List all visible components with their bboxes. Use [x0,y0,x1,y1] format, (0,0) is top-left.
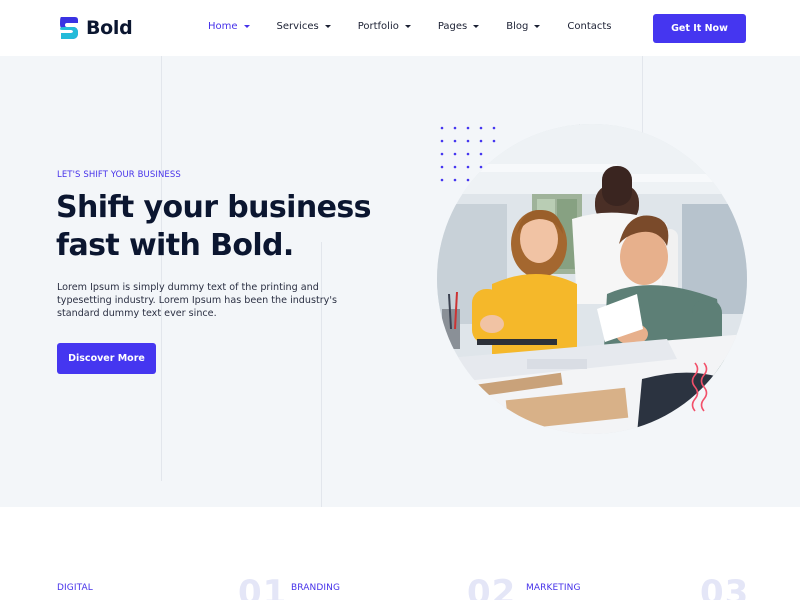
squiggle-decoration [691,362,708,412]
chevron-down-icon [473,25,480,28]
feature-label-marketing: MARKETING [526,583,581,593]
features-section: DIGITAL 01 BRANDING 02 MARKETING 03 [0,507,800,600]
chevron-down-icon [404,25,411,28]
brand-name: Bold [86,17,133,39]
chevron-down-icon [534,25,541,28]
headline-line: fast with Bold. [56,228,294,263]
hero-eyebrow: LET'S SHIFT YOUR BUSINESS [57,170,181,180]
chevron-down-icon [243,25,250,28]
nav-item-label: Home [208,21,238,32]
hero-section: LET'S SHIFT YOUR BUSINESS Shift your bus… [0,56,800,507]
nav-item-blog[interactable]: Blog [506,21,541,32]
nav-item-home[interactable]: Home [208,21,250,32]
nav-item-label: Contacts [567,21,612,32]
site-header: Bold Home Services Portfolio Pages Blog … [0,0,800,56]
divider-line [161,56,162,481]
nav-item-portfolio[interactable]: Portfolio [358,21,411,32]
feature-number: 02 [467,573,517,600]
feature-number: 03 [700,573,750,600]
nav-item-contacts[interactable]: Contacts [567,21,611,32]
nav-item-services[interactable]: Services [277,21,331,32]
nav-item-label: Portfolio [357,21,399,32]
brand-logo[interactable]: Bold [58,15,133,41]
feature-label-branding: BRANDING [291,583,341,593]
nav-item-pages[interactable]: Pages [437,21,480,32]
logo-icon [60,17,78,39]
discover-more-button[interactable]: Discover More [57,343,156,374]
hero-description: Lorem Ipsum is simply dummy text of the … [57,282,337,319]
nav-item-label: Pages [437,21,468,32]
hero-headline: Shift your business fast with Bold. [56,189,376,265]
nav-item-label: Blog [506,21,529,32]
headline-line: Shift your business [56,190,371,225]
get-it-now-button[interactable]: Get It Now [653,14,746,43]
chevron-down-icon [324,25,331,28]
main-nav: Home Services Portfolio Pages Blog Conta… [208,21,612,32]
feature-label-digital: DIGITAL [57,583,93,593]
divider-line [642,56,643,136]
nav-item-label: Services [276,21,319,32]
feature-number: 01 [238,573,288,600]
